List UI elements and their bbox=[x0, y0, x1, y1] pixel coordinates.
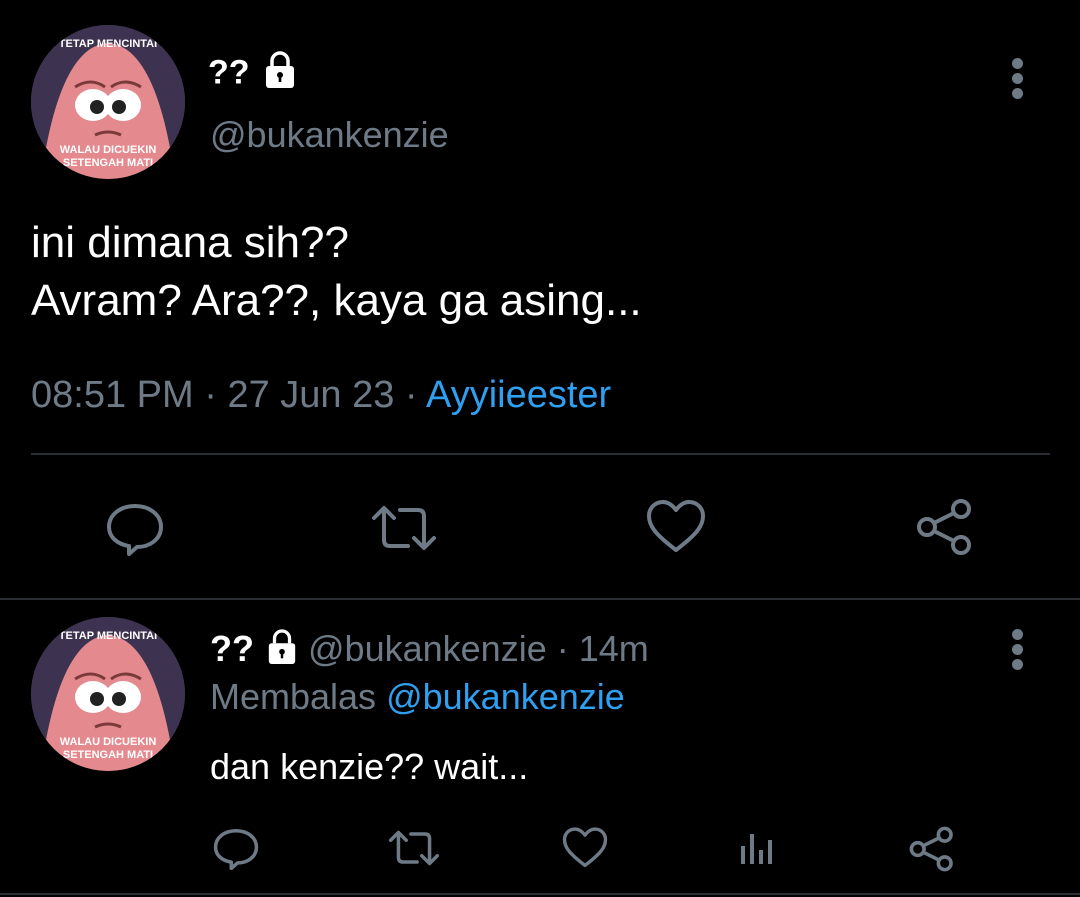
tweet-source-link[interactable]: Ayyiieester bbox=[426, 374, 611, 416]
divider bbox=[31, 453, 1050, 455]
reply-text: dan kenzie?? wait... bbox=[210, 746, 529, 787]
meta-separator: · bbox=[404, 374, 418, 416]
replying-to: Membalas @bukankenzie bbox=[210, 676, 625, 718]
tweet-age: 14m bbox=[578, 628, 649, 670]
tweet-meta: 08:51 PM · 27 Jun 23 · Ayyiieester bbox=[31, 374, 611, 417]
reply-icon[interactable] bbox=[212, 826, 260, 870]
avatar-caption-top: TETAP MENCINTAI bbox=[59, 38, 157, 50]
more-vertical-icon[interactable] bbox=[1003, 626, 1033, 674]
retweet-icon[interactable] bbox=[386, 826, 442, 870]
share-icon[interactable] bbox=[908, 826, 956, 872]
display-name[interactable]: ?? bbox=[208, 50, 297, 99]
tweet-date: 27 Jun 23 bbox=[227, 374, 395, 416]
display-name-text[interactable]: ?? bbox=[210, 628, 254, 669]
meta-separator: · bbox=[204, 374, 217, 416]
divider bbox=[0, 893, 1080, 895]
lock-icon bbox=[263, 50, 297, 99]
tweet-text-line-2: Avram? Ara??, kaya ga asing... bbox=[31, 276, 642, 325]
avatar-caption-bottom-1: WALAU DICUEKIN bbox=[60, 144, 157, 156]
replying-to-link[interactable]: @bukankenzie bbox=[386, 676, 625, 717]
tweet-text: ini dimana sih?? Avram? Ara??, kaya ga a… bbox=[31, 214, 642, 330]
lock-icon bbox=[266, 628, 298, 675]
retweet-icon[interactable] bbox=[368, 500, 440, 556]
more-vertical-icon[interactable] bbox=[1003, 55, 1033, 103]
avatar-caption-bottom-2: SETENGAH MATI bbox=[63, 157, 153, 169]
tweet-time: 08:51 PM bbox=[31, 374, 194, 416]
reply-icon[interactable] bbox=[105, 500, 165, 556]
display-name-text[interactable]: ?? bbox=[208, 53, 250, 91]
avatar[interactable]: TETAP MENCINTAI WALAU DICUEKIN SETENGAH … bbox=[31, 25, 185, 179]
share-icon[interactable] bbox=[915, 498, 975, 556]
avatar-caption-top: TETAP MENCINTAI bbox=[59, 630, 157, 642]
handle[interactable]: @bukankenzie bbox=[308, 628, 547, 669]
avatar-caption-bottom-1: WALAU DICUEKIN bbox=[60, 736, 157, 748]
heart-icon[interactable] bbox=[561, 826, 609, 870]
heart-icon[interactable] bbox=[645, 498, 707, 556]
replying-label: Membalas bbox=[210, 676, 377, 717]
tweet-text-line-1: ini dimana sih?? bbox=[31, 218, 349, 267]
analytics-icon[interactable] bbox=[738, 830, 778, 866]
divider bbox=[0, 598, 1080, 600]
handle[interactable]: @bukankenzie bbox=[210, 114, 449, 156]
avatar-caption-bottom-2: SETENGAH MATI bbox=[63, 749, 153, 761]
reply-header: ?? @bukankenzie · 14m bbox=[210, 628, 649, 675]
avatar[interactable]: TETAP MENCINTAI WALAU DICUEKIN SETENGAH … bbox=[31, 617, 185, 771]
meta-separator: · bbox=[556, 628, 569, 670]
